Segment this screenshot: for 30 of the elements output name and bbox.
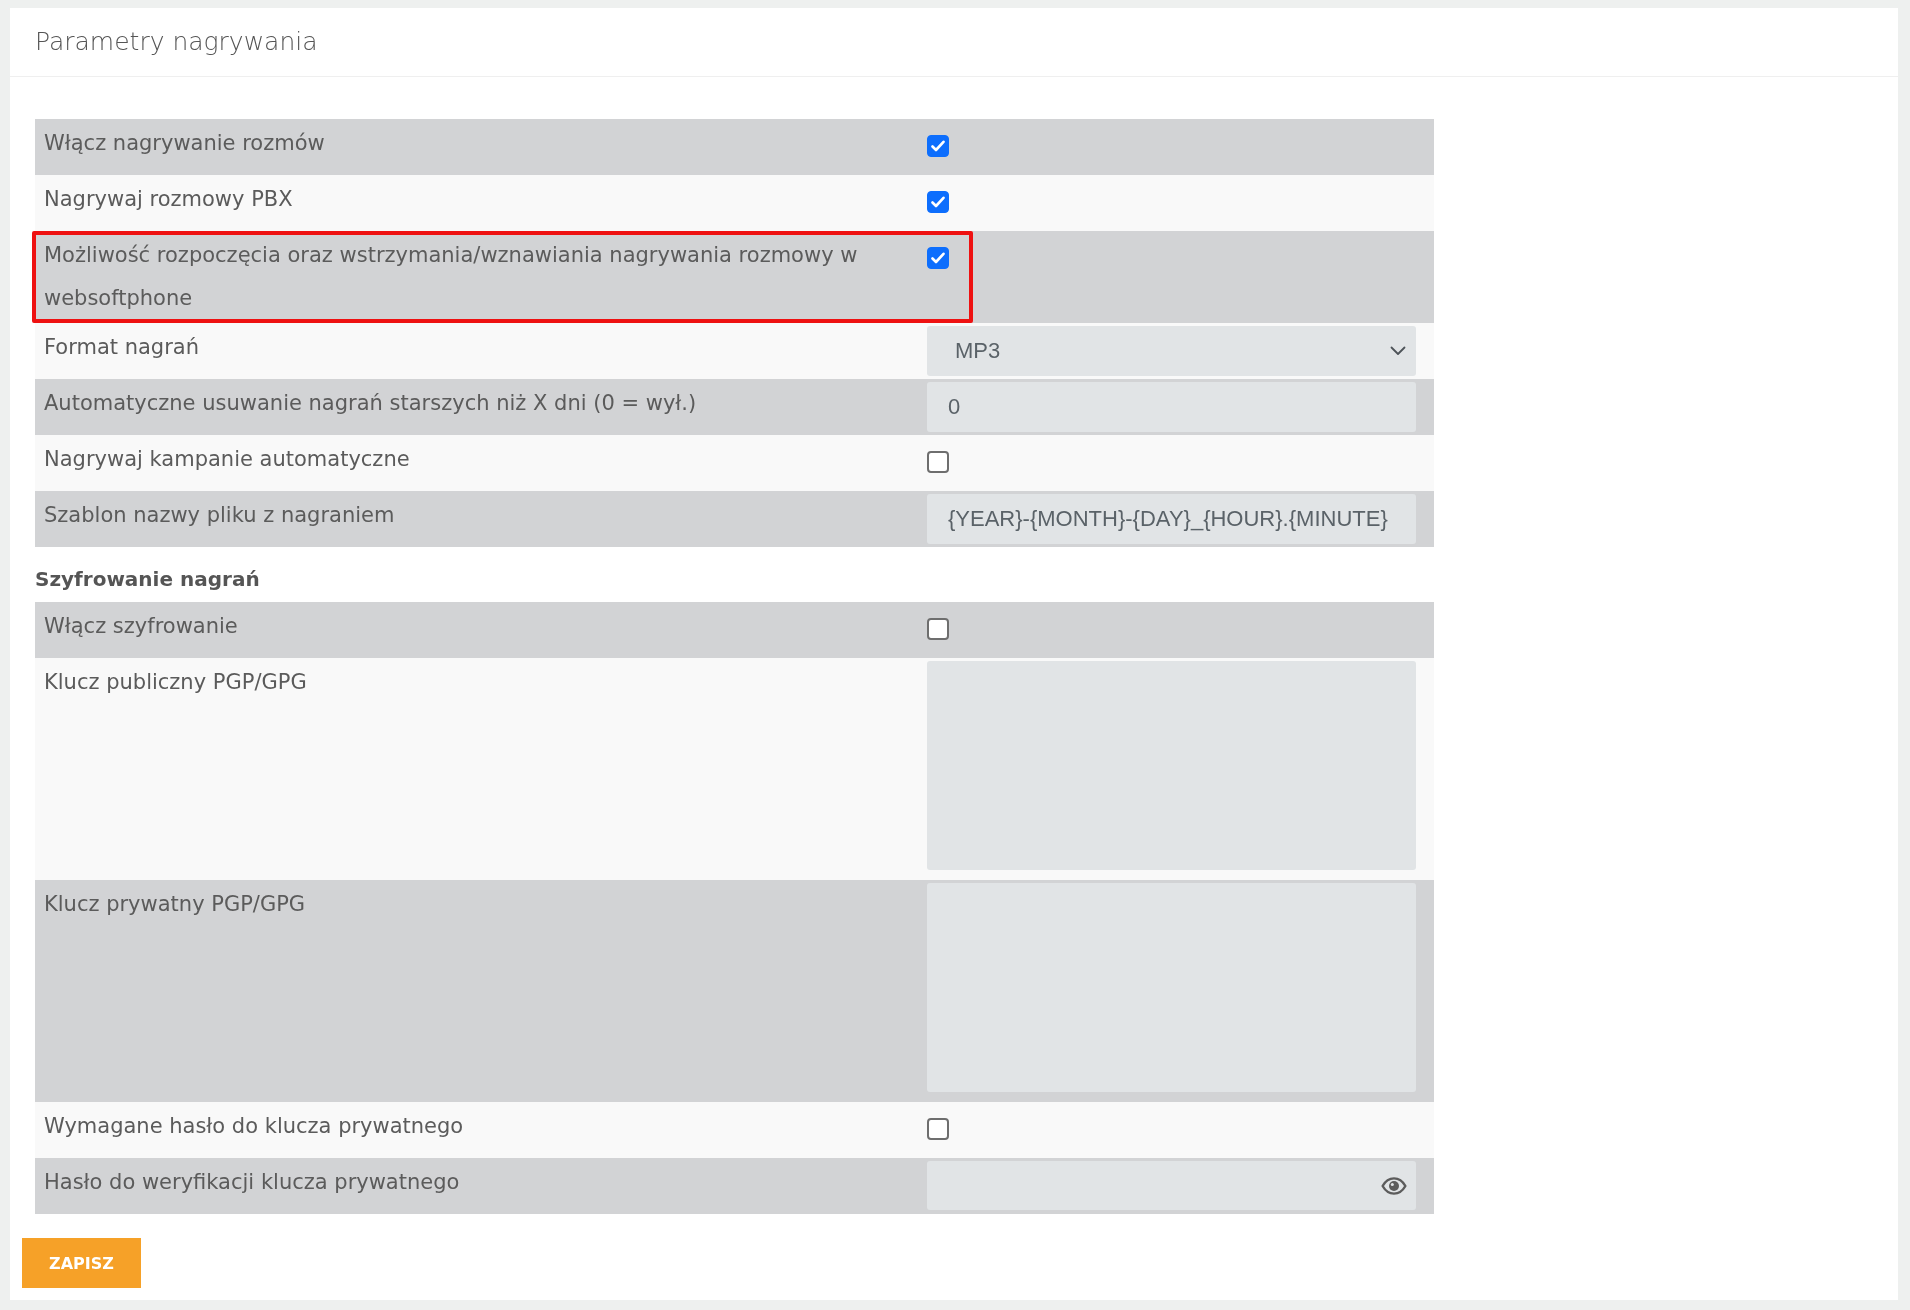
checkbox[interactable] <box>927 1118 949 1140</box>
checkbox[interactable] <box>927 618 949 640</box>
password-field[interactable] <box>927 1161 1416 1210</box>
section-heading: Szyfrowanie nagrań <box>35 566 260 593</box>
setting-label: Szablon nazwy pliku z nagraniem <box>43 502 396 529</box>
checkmark-icon <box>931 140 945 152</box>
setting-label: Automatyczne usuwanie nagrań starszych niż X dni (0 = wył.) <box>43 390 698 417</box>
setting-label: Wymagane hasło do klucza prywatnego <box>43 1113 465 1140</box>
checkbox[interactable] <box>927 191 949 213</box>
input-field[interactable]: {YEAR}-{MONTH}-{DAY}_{HOUR}.{MINUTE} <box>927 494 1416 544</box>
setting-label: Włącz szyfrowanie <box>43 613 239 640</box>
format-dropdown[interactable]: MP3 <box>927 326 1416 376</box>
setting-label: Włącz nagrywanie rozmów <box>43 130 326 157</box>
checkbox[interactable] <box>927 451 949 473</box>
panel-title: Parametry nagrywania <box>35 26 318 58</box>
setting-label: Możliwość rozpoczęcia oraz wstrzymania/wznawiania nagrywania rozmowy w websoftphone <box>43 242 859 312</box>
setting-label: Nagrywaj rozmowy PBX <box>43 186 294 213</box>
input-field[interactable]: 0 <box>927 382 1416 432</box>
setting-label: Nagrywaj kampanie automatyczne <box>43 446 411 473</box>
checkmark-icon <box>931 252 945 264</box>
setting-label: Hasło do weryfikacji klucza prywatnego <box>43 1169 461 1196</box>
setting-label: Format nagrań <box>43 334 200 361</box>
checkbox[interactable] <box>927 247 949 269</box>
chevron-down-icon <box>1390 346 1406 356</box>
eye-icon[interactable] <box>1381 1176 1407 1195</box>
text-area-field[interactable] <box>927 661 1416 870</box>
setting-label: Klucz prywatny PGP/GPG <box>43 891 307 918</box>
checkmark-icon <box>931 196 945 208</box>
checkbox[interactable] <box>927 135 949 157</box>
setting-label: Klucz publiczny PGP/GPG <box>43 669 308 696</box>
